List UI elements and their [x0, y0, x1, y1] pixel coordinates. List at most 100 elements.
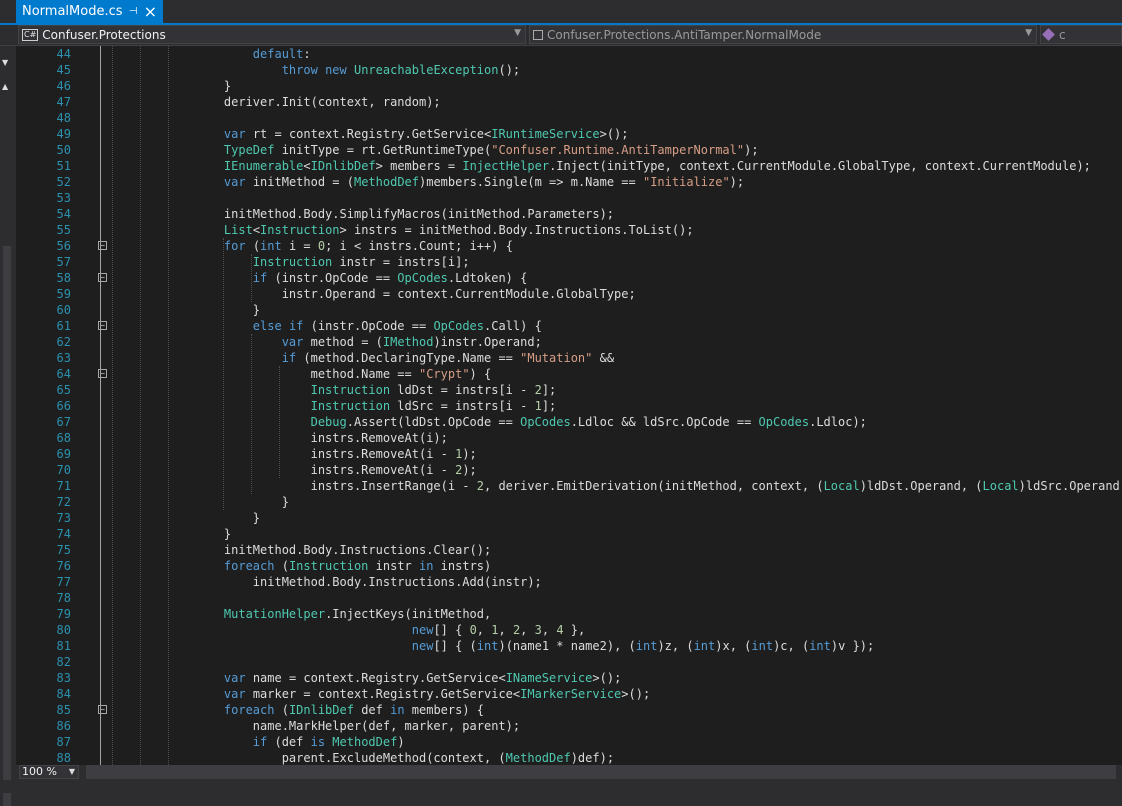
zoom-dropdown[interactable]: 100 % ▼	[19, 765, 79, 779]
line-number: 59	[56, 287, 71, 301]
code-line[interactable]: 48	[16, 110, 1122, 126]
code-line[interactable]: 71 instrs.InsertRange(i - 2, deriver.Emi…	[16, 478, 1122, 494]
project-name: Confuser.Protections	[42, 27, 166, 42]
code-line[interactable]: 63 if (method.DeclaringType.Name == "Mut…	[16, 350, 1122, 366]
code-token: INameService	[505, 671, 593, 685]
code-line[interactable]: 49 var rt = context.Registry.GetService<…	[16, 126, 1122, 142]
code-line[interactable]: 87 if (def is MethodDef)	[16, 734, 1122, 750]
code-line[interactable]: 85− foreach (IDnlibDef def in members) {	[16, 702, 1122, 718]
close-icon[interactable]: ×	[144, 3, 157, 19]
code-editor[interactable]: 44 default: 45 throw new UnreachableExcep…	[16, 46, 1122, 765]
code-token: ,	[541, 623, 557, 637]
code-line[interactable]: 78	[16, 590, 1122, 606]
code-line[interactable]: 81 new[] { (int)(name1 * name2), (int)z,…	[16, 638, 1122, 654]
dropdown-arrow-icon[interactable]: ▼	[2, 58, 8, 67]
line-number: 44	[56, 47, 71, 61]
chevron-down-icon: ▼	[514, 28, 521, 38]
code-token: Debug	[310, 415, 347, 429]
code-token: instr	[368, 559, 419, 573]
code-line[interactable]: 54 initMethod.Body.SimplifyMacros(initMe…	[16, 206, 1122, 222]
member-dropdown[interactable]: c	[1040, 25, 1122, 44]
code-token: (	[274, 559, 289, 573]
code-token: int	[693, 639, 716, 653]
code-token: default	[252, 47, 304, 61]
code-token: 3	[534, 623, 542, 637]
code-line[interactable]: 70 instrs.RemoveAt(i - 2);	[16, 462, 1122, 478]
code-line[interactable]: 61− else if (instr.OpCode == OpCodes.Cal…	[16, 318, 1122, 334]
code-line[interactable]: 88 parent.ExcludeMethod(context, (Method…	[16, 750, 1122, 765]
code-line[interactable]: 77 initMethod.Body.Instructions.Add(inst…	[16, 574, 1122, 590]
code-line[interactable]: 73 }	[16, 510, 1122, 526]
code-line[interactable]: 44 default:	[16, 46, 1122, 62]
scroll-up-icon[interactable]: ▲	[2, 82, 8, 91]
code-line[interactable]: 79 MutationHelper.InjectKeys(initMethod,	[16, 606, 1122, 622]
code-line[interactable]: 80 new[] { 0, 1, 2, 3, 4 },	[16, 622, 1122, 638]
code-line[interactable]: 72 }	[16, 494, 1122, 510]
code-text: name.MarkHelper(def, marker, parent);	[195, 718, 520, 734]
code-line[interactable]: 51 IEnumerable<IDnlibDef> members = Inje…	[16, 158, 1122, 174]
code-token: )instr.Operand;	[433, 335, 542, 349]
vertical-scrollbar-thumb[interactable]	[3, 246, 11, 806]
code-line[interactable]: 55 List<Instruction> instrs = initMethod…	[16, 222, 1122, 238]
left-toolbar-strip: ▼ ▲	[0, 46, 16, 806]
code-token: initMethod.Body.Instructions.Clear();	[195, 543, 492, 557]
code-line[interactable]: 57 Instruction instr = instrs[i];	[16, 254, 1122, 270]
code-line[interactable]: 84 var marker = context.Registry.GetServ…	[16, 686, 1122, 702]
line-number: 74	[56, 527, 71, 541]
code-text: Instruction ldDst = instrs[i - 2];	[195, 382, 557, 398]
code-line[interactable]: 46 }	[16, 78, 1122, 94]
code-line[interactable]: 68 instrs.RemoveAt(i);	[16, 430, 1122, 446]
code-line[interactable]: 66 Instruction ldSrc = instrs[i - 1];	[16, 398, 1122, 414]
code-token: "Crypt"	[418, 367, 470, 381]
code-token: instrs.RemoveAt(i -	[195, 447, 456, 461]
horizontal-scrollbar[interactable]	[86, 765, 1116, 779]
code-token: var	[223, 671, 246, 685]
code-line[interactable]: 82	[16, 654, 1122, 670]
pin-icon[interactable]: ⊣	[129, 6, 138, 17]
line-number: 86	[56, 719, 71, 733]
code-line[interactable]: 50 TypeDef initType = rt.GetRuntimeType(…	[16, 142, 1122, 158]
code-line[interactable]: 65 Instruction ldDst = instrs[i - 2];	[16, 382, 1122, 398]
code-line[interactable]: 75 initMethod.Body.Instructions.Clear();	[16, 542, 1122, 558]
code-token: .Ldloc);	[809, 415, 867, 429]
code-line[interactable]: 74 }	[16, 526, 1122, 542]
code-token: var	[223, 687, 246, 701]
code-line[interactable]: 76 foreach (Instruction instr in instrs)	[16, 558, 1122, 574]
code-line[interactable]: 64− method.Name == "Crypt") {	[16, 366, 1122, 382]
code-token: 2	[534, 383, 542, 397]
code-token: ];	[541, 383, 557, 397]
code-line[interactable]: 45 throw new UnreachableException();	[16, 62, 1122, 78]
code-token: def	[353, 703, 391, 717]
code-line[interactable]: 60 }	[16, 302, 1122, 318]
code-text: else if (instr.OpCode == OpCodes.Call) {	[195, 318, 542, 334]
line-number: 64	[56, 367, 71, 381]
code-token: initType = rt.GetRuntimeType(	[274, 143, 492, 157]
code-line[interactable]: 67 Debug.Assert(ldDst.OpCode == OpCodes.…	[16, 414, 1122, 430]
code-line[interactable]: 47 deriver.Init(context, random);	[16, 94, 1122, 110]
code-line[interactable]: 62 var method = (IMethod)instr.Operand;	[16, 334, 1122, 350]
code-line[interactable]: 59 instr.Operand = context.CurrentModule…	[16, 286, 1122, 302]
code-line[interactable]: 69 instrs.RemoveAt(i - 1);	[16, 446, 1122, 462]
line-number: 85	[56, 703, 71, 717]
code-line[interactable]: 58− if (instr.OpCode == OpCodes.Ldtoken)…	[16, 270, 1122, 286]
code-line[interactable]: 53	[16, 190, 1122, 206]
code-token: ldSrc = instrs[i -	[390, 399, 535, 413]
line-number: 81	[56, 639, 71, 653]
code-line[interactable]: 86 name.MarkHelper(def, marker, parent);	[16, 718, 1122, 734]
line-number: 68	[56, 431, 71, 445]
tab-normalmode[interactable]: NormalMode.cs ⊣ ×	[16, 0, 163, 23]
code-token: IRuntimeService	[491, 127, 600, 141]
type-dropdown[interactable]: Confuser.Protections.AntiTamper.NormalMo…	[529, 25, 1037, 44]
code-text: default:	[195, 46, 311, 62]
code-line[interactable]: 56− for (int i = 0; i < instrs.Count; i+…	[16, 238, 1122, 254]
code-line[interactable]: 83 var name = context.Registry.GetServic…	[16, 670, 1122, 686]
project-dropdown[interactable]: C# Confuser.Protections ▼	[18, 25, 526, 44]
code-token: var	[223, 175, 246, 189]
line-number: 52	[56, 175, 71, 189]
line-number: 57	[56, 255, 71, 269]
code-token: IEnumerable	[223, 159, 304, 173]
code-line[interactable]: 52 var initMethod = (MethodDef)members.S…	[16, 174, 1122, 190]
